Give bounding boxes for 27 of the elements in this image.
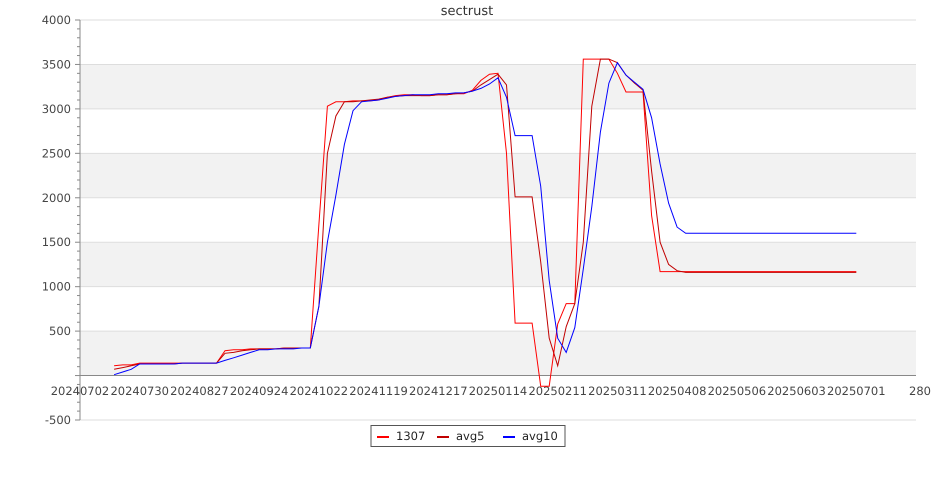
axis-label: 3500 xyxy=(42,57,71,72)
axis-label: 20240730 xyxy=(110,384,169,398)
axis-label: 4000 xyxy=(42,13,71,27)
axis-label: 20250701 xyxy=(827,384,886,398)
legend-label: avg5 xyxy=(456,429,484,443)
axis-label: 500 xyxy=(49,324,71,338)
axis-label: 20250114 xyxy=(468,384,528,398)
axis-label: 20250408 xyxy=(648,384,706,398)
axis-label: 20250311 xyxy=(588,384,647,398)
axis-label: 3000 xyxy=(42,102,71,116)
axis-label: 2500 xyxy=(42,146,71,160)
axis-label: 280 xyxy=(909,384,931,398)
axis-label: 20250506 xyxy=(708,384,766,398)
axis-label: 20240924 xyxy=(230,384,288,398)
axis-label: -500 xyxy=(44,413,71,427)
axis-label: 1000 xyxy=(42,280,71,294)
axis-label: 20250603 xyxy=(767,384,826,398)
axis-label: 2000 xyxy=(42,190,71,205)
legend-label: avg10 xyxy=(522,429,558,443)
legend-label: 1307 xyxy=(396,429,426,443)
axis-label: 20250211 xyxy=(528,384,587,398)
axis-label: 1500 xyxy=(42,235,71,250)
axis-label: 20241022 xyxy=(290,384,348,398)
axis-label: 20240827 xyxy=(170,384,229,398)
chart-title: sectrust xyxy=(440,4,494,19)
axis-label: 20241217 xyxy=(409,384,468,398)
axis-label: 20241119 xyxy=(349,384,408,398)
